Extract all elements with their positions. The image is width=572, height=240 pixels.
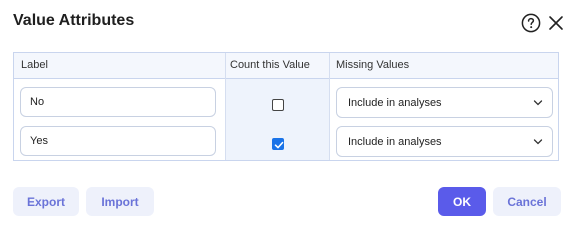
missing-values-select[interactable]: Include in analyses <box>336 87 553 118</box>
ok-button[interactable]: OK <box>438 187 486 216</box>
checkmark-icon <box>274 141 284 149</box>
dialog-title: Value Attributes <box>13 12 135 29</box>
value-attributes-table: Label Count this Value Missing Values In… <box>13 52 559 161</box>
column-header-count: Count this Value <box>230 59 310 71</box>
table-header: Label Count this Value Missing Values <box>14 53 558 79</box>
label-input[interactable] <box>20 126 216 156</box>
missing-values-select[interactable]: Include in analyses <box>336 126 553 157</box>
table-row: Include in analyses <box>14 122 558 162</box>
label-input[interactable] <box>20 87 216 117</box>
help-icon[interactable] <box>521 13 541 33</box>
table-row: Include in analyses <box>14 83 558 123</box>
column-header-label: Label <box>21 59 48 71</box>
count-checkbox[interactable] <box>272 138 284 150</box>
column-header-missing: Missing Values <box>336 59 410 71</box>
missing-values-selected: Include in analyses <box>348 97 442 109</box>
dialog-header: Value Attributes <box>0 0 572 46</box>
count-checkbox[interactable] <box>272 99 284 111</box>
export-button[interactable]: Export <box>13 187 79 216</box>
import-button[interactable]: Import <box>86 187 154 216</box>
cancel-button[interactable]: Cancel <box>493 187 561 216</box>
close-icon[interactable] <box>547 14 565 32</box>
missing-values-selected: Include in analyses <box>348 136 442 148</box>
chevron-down-icon <box>533 139 543 145</box>
chevron-down-icon <box>533 100 543 106</box>
